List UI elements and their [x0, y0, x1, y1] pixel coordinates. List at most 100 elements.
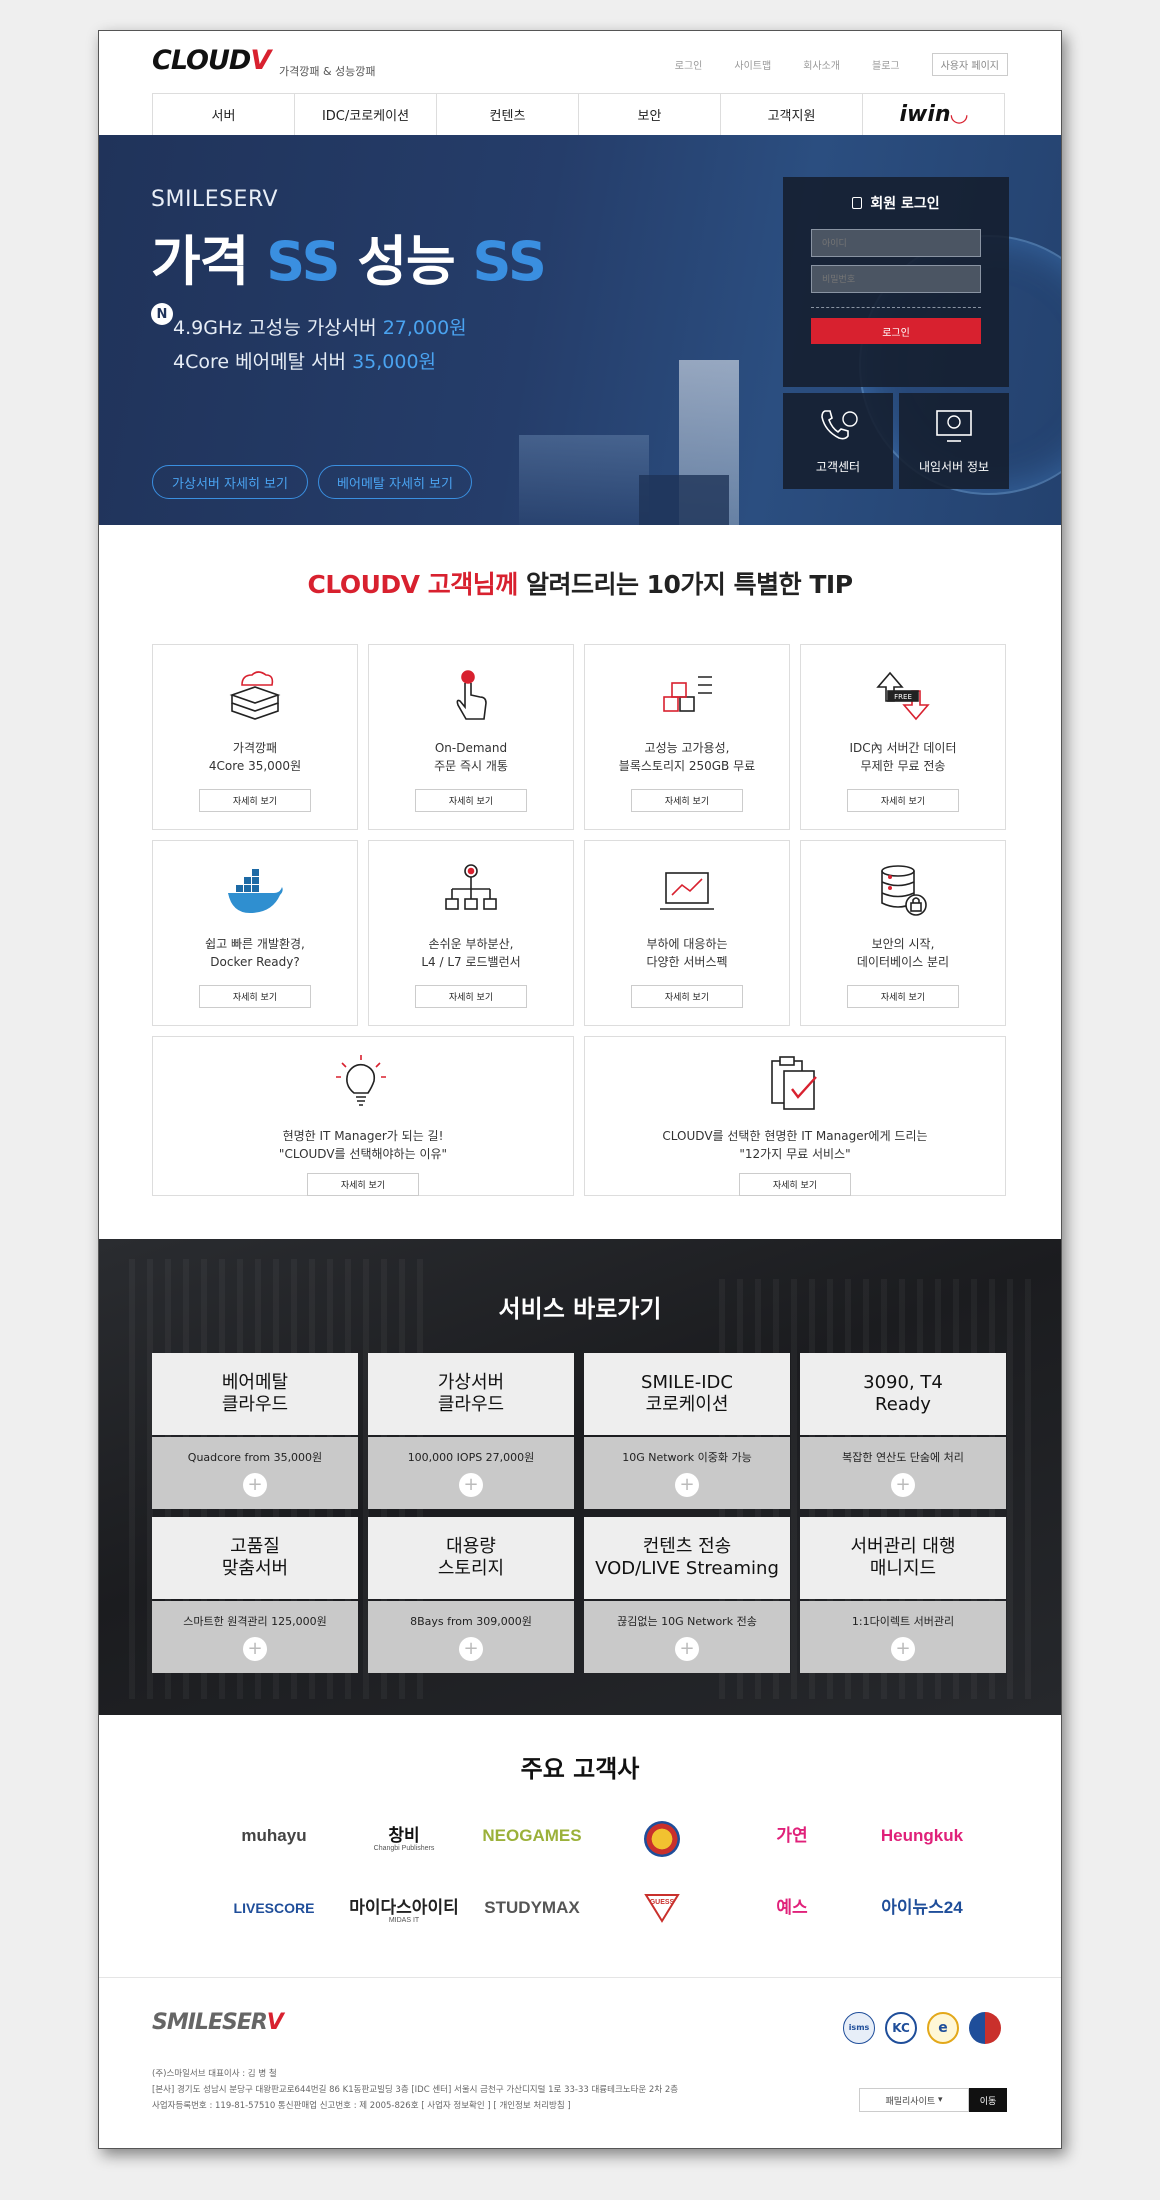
tips-title: CLOUDV 고객님께 알려드리는 10가지 특별한 TIP: [307, 570, 853, 599]
customer-logo: Heungkuk: [880, 1826, 964, 1845]
tip-detail-button[interactable]: 자세히 보기: [199, 985, 311, 1008]
service-tile[interactable]: 대용량 스토리지 8Bays from 309,000원 +: [368, 1517, 574, 1673]
login-button[interactable]: 로그인: [811, 318, 981, 344]
util-login-link[interactable]: 로그인: [675, 57, 703, 72]
tip-line-2: 다양한 서버스펙: [646, 955, 728, 969]
database-lock-icon: [881, 865, 927, 916]
tip-line-2: 주문 즉시 개통: [434, 759, 508, 773]
plus-icon[interactable]: +: [675, 1473, 699, 1497]
tip-detail-button[interactable]: 자세히 보기: [847, 789, 959, 812]
tip-line-1: 쉽고 빠른 개발환경,: [205, 937, 305, 951]
tip-line-2: "CLOUDV를 선택해야하는 이유": [278, 1147, 448, 1161]
nav-security[interactable]: 보안: [579, 94, 721, 135]
tip-text: CLOUDV를 선택한 현명한 IT Manager에게 드리는 "12가지 무료…: [585, 1127, 1005, 1163]
util-sitemap-link[interactable]: 사이트맵: [734, 57, 771, 72]
hero-headline: 가격 SS 성능 SS: [151, 230, 547, 293]
mypage-button[interactable]: 사용자 페이지: [931, 53, 1008, 76]
nav-idc[interactable]: IDC/코로케이션: [295, 94, 437, 135]
service-tile[interactable]: 고품질 맞춤서버 스마트한 원격관리 125,000원 +: [152, 1517, 358, 1673]
tip-detail-button[interactable]: 자세히 보기: [307, 1173, 419, 1196]
family-site-go-button[interactable]: 이동: [969, 2088, 1007, 2112]
isms-cert-icon: isms: [843, 2012, 875, 2044]
tip-line-1: 손쉬운 부하분산,: [428, 937, 514, 951]
customer-logo: GUESS: [597, 1893, 727, 1923]
tip-detail-button[interactable]: 자세히 보기: [631, 985, 743, 1008]
tip-detail-button[interactable]: 자세히 보기: [739, 1173, 851, 1196]
tip-card: 손쉬운 부하분산, L4 / L7 로드밸런서 자세히 보기: [368, 840, 574, 1026]
plus-icon[interactable]: +: [891, 1637, 915, 1661]
tip-detail-button[interactable]: 자세히 보기: [199, 789, 311, 812]
service-line-1: 대용량: [446, 1536, 496, 1557]
nav-contents[interactable]: 컨텐츠: [437, 94, 579, 135]
customer-logo: muhayu: [241, 1826, 307, 1845]
tip-detail-button[interactable]: 자세히 보기: [631, 789, 743, 812]
tip-text: 가격깡패 4Core 35,000원: [153, 739, 357, 775]
service-tile[interactable]: SMILE-IDC 코로케이션 10G Network 이중화 가능 +: [584, 1353, 790, 1509]
tip-card: 보안의 시작, 데이터베이스 분리 자세히 보기: [800, 840, 1006, 1026]
tip-detail-button[interactable]: 자세히 보기: [847, 985, 959, 1008]
service-desc: 10G Network 이중화 가능: [622, 1451, 752, 1464]
login-id-input[interactable]: [811, 229, 981, 257]
service-desc: Quadcore from 35,000원: [187, 1451, 323, 1464]
nav-server[interactable]: 서버: [153, 94, 295, 135]
tip-card: 고성능 고가용성, 블록스토리지 250GB 무료 자세히 보기: [584, 644, 790, 830]
plus-icon[interactable]: +: [243, 1473, 267, 1497]
service-tile[interactable]: 서버관리 대행 매니지드 1:1다이렉트 서버관리 +: [800, 1517, 1006, 1673]
service-line-2: 매니지드: [869, 1558, 937, 1579]
lightbulb-icon: [336, 1055, 386, 1106]
service-desc: 스마트한 원격관리 125,000원: [183, 1615, 327, 1628]
login-panel: 회원 로그인 로그인: [783, 177, 1009, 387]
tip-text: IDC內 서버간 데이터 무제한 무료 전송: [801, 739, 1005, 775]
service-tile[interactable]: 가상서버 클라우드 100,000 IOPS 27,000원 +: [368, 1353, 574, 1509]
customer-logo: LIVESCORE: [233, 1900, 315, 1916]
plus-icon[interactable]: +: [459, 1473, 483, 1497]
tip-text: 쉽고 빠른 개발환경, Docker Ready?: [153, 935, 357, 971]
service-name: 가상서버 클라우드: [368, 1353, 574, 1435]
service-line-1: 고품질: [230, 1536, 280, 1557]
customer-center-button[interactable]: 고객센터: [783, 393, 893, 489]
customer-logo: 창비 Changbi Publishers: [373, 1826, 435, 1852]
service-name: 서버관리 대행 매니지드: [800, 1517, 1006, 1599]
login-password-input[interactable]: [811, 265, 981, 293]
service-line-2: VOD/LIVE Streaming: [595, 1558, 779, 1579]
virtual-server-detail-button[interactable]: 가상서버 자세히 보기: [152, 465, 308, 499]
customer-logo: [597, 1821, 727, 1857]
tip-text: 현명한 IT Manager가 되는 길! "CLOUDV를 선택해야하는 이유": [153, 1127, 573, 1163]
lock-icon: [852, 197, 863, 209]
service-tile[interactable]: 컨텐츠 전송 VOD/LIVE Streaming 끊김없는 10G Network…: [584, 1517, 790, 1673]
hero-brand: SMILESERV: [151, 187, 279, 212]
new-badge-icon: N: [151, 303, 173, 325]
iwin-logo[interactable]: iwin ◡: [863, 94, 1005, 135]
laptop-chart-icon: [660, 872, 714, 910]
plus-icon[interactable]: +: [459, 1637, 483, 1661]
nav-support[interactable]: 고객지원: [721, 94, 863, 135]
service-line-2: 코로케이션: [645, 1394, 729, 1415]
util-company-link[interactable]: 회사소개: [803, 57, 840, 72]
plus-icon[interactable]: +: [675, 1637, 699, 1661]
service-tile[interactable]: 베어메탈 클라우드 Quadcore from 35,000원 +: [152, 1353, 358, 1509]
customer-logo: NEOGAMES: [482, 1826, 582, 1845]
baremetal-detail-button[interactable]: 베어메탈 자세히 보기: [318, 465, 472, 499]
plus-icon[interactable]: +: [243, 1637, 267, 1661]
customer-logo: 예스: [776, 1898, 808, 1917]
service-line-2: 스토리지: [437, 1558, 505, 1579]
nameserver-info-button[interactable]: 내임서버 정보: [899, 393, 1009, 489]
logo[interactable]: CLOUDV: [152, 45, 271, 76]
logo-tagline: 가격깡패 & 성능깡패: [279, 65, 376, 78]
family-site-select[interactable]: 패밀리사이트 ▾: [859, 2088, 969, 2112]
customer-logo: 마이다스아이티 MIDAS IT: [349, 1898, 459, 1924]
service-tile[interactable]: 3090, T4 Ready 복잡한 연산도 단숨에 처리 +: [800, 1353, 1006, 1509]
tip-card: CLOUDV를 선택한 현명한 IT Manager에게 드리는 "12가지 무료…: [584, 1036, 1006, 1196]
tip-detail-button[interactable]: 자세히 보기: [415, 789, 527, 812]
util-blog-link[interactable]: 블로그: [872, 57, 900, 72]
tip-line-1: 보안의 시작,: [871, 937, 935, 951]
main-nav: 서버 IDC/코로케이션 컨텐츠 보안 고객지원 iwin ◡: [152, 93, 1005, 135]
tip-detail-button[interactable]: 자세히 보기: [415, 985, 527, 1008]
tip-card: On-Demand 주문 즉시 개통자세히 보기: [368, 644, 574, 830]
plus-icon[interactable]: +: [891, 1473, 915, 1497]
tip-line-2: 블록스토리지 250GB 무료: [618, 759, 756, 773]
tip-line-1: IDC內 서버간 데이터: [849, 741, 957, 755]
services-section: 서비스 바로가기 베어메탈 클라우드 Quadcore from 35,000원 + 가…: [99, 1239, 1061, 1715]
tip-text: On-Demand 주문 즉시 개통: [369, 739, 573, 775]
tip-card: FREE IDC內 서버간 데이터 무제한 무료 전송 자세히 보기: [800, 644, 1006, 830]
